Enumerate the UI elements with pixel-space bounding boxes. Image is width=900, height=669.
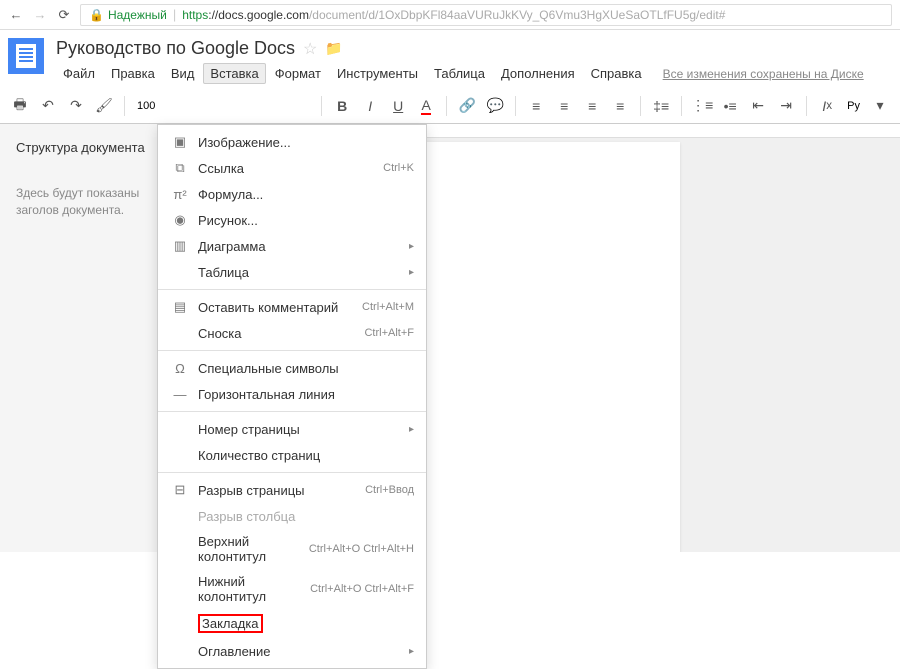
chevron-right-icon: ▸ xyxy=(409,241,414,252)
comment-icon: ▤ xyxy=(170,299,190,315)
url-text: https://docs.google.com/document/d/1OxDb… xyxy=(182,8,725,22)
line-spacing-icon[interactable]: ‡≡ xyxy=(649,94,673,118)
align-center-icon[interactable]: ≡ xyxy=(552,94,576,118)
zoom-level[interactable]: 100 xyxy=(133,100,159,112)
underline-icon[interactable]: U xyxy=(386,94,410,118)
menu-help[interactable]: Справка xyxy=(584,63,649,84)
pagebreak-icon: ⊟ xyxy=(170,482,190,498)
dd-header[interactable]: Верхний колонтитулCtrl+Alt+O Ctrl+Alt+H xyxy=(158,529,426,569)
drawing-icon: ◉ xyxy=(170,212,190,228)
align-justify-icon[interactable]: ≡ xyxy=(608,94,632,118)
dd-image[interactable]: ▣Изображение... xyxy=(158,129,426,155)
menu-file[interactable]: Файл xyxy=(56,63,102,84)
dd-page-count[interactable]: Количество страниц xyxy=(158,442,426,468)
dd-equation[interactable]: π²Формула... xyxy=(158,181,426,207)
dd-footer[interactable]: Нижний колонтитулCtrl+Alt+O Ctrl+Alt+F xyxy=(158,569,426,609)
line-icon: — xyxy=(170,386,190,402)
bold-icon[interactable]: B xyxy=(330,94,354,118)
save-status[interactable]: Все изменения сохранены на Диске xyxy=(663,67,864,81)
menu-bar: Файл Правка Вид Вставка Формат Инструмен… xyxy=(56,63,892,84)
docs-header: Руководство по Google Docs ☆ 📁 Файл Прав… xyxy=(0,30,900,84)
redo-icon[interactable]: ↷ xyxy=(64,94,88,118)
address-bar[interactable]: 🔒 Надежный | https://docs.google.com/doc… xyxy=(80,4,892,26)
input-tools[interactable]: Ру xyxy=(843,100,864,112)
folder-icon[interactable]: 📁 xyxy=(325,40,342,57)
dd-toc[interactable]: Оглавление▸ xyxy=(158,638,426,664)
omega-icon: Ω xyxy=(170,360,190,376)
chevron-down-icon[interactable]: ▾ xyxy=(868,94,892,118)
equation-icon: π² xyxy=(170,186,190,202)
align-left-icon[interactable]: ≡ xyxy=(524,94,548,118)
browser-chrome: ← → ⟳ 🔒 Надежный | https://docs.google.c… xyxy=(0,0,900,30)
chevron-right-icon: ▸ xyxy=(409,646,414,657)
comment-icon[interactable]: 💬 xyxy=(483,94,507,118)
reload-button[interactable]: ⟳ xyxy=(56,7,72,23)
menu-format[interactable]: Формат xyxy=(268,63,328,84)
main-area: Структура документа Здесь будут показаны… xyxy=(0,124,900,552)
forward-button[interactable]: → xyxy=(32,7,48,23)
clear-format-icon[interactable]: Ix xyxy=(815,94,839,118)
dd-drawing[interactable]: ◉Рисунок... xyxy=(158,207,426,233)
menu-edit[interactable]: Правка xyxy=(104,63,162,84)
dd-link[interactable]: ⧉СсылкаCtrl+K xyxy=(158,155,426,181)
paint-format-icon[interactable]: 🖌 xyxy=(92,94,116,118)
dd-page-break[interactable]: ⊟Разрыв страницыCtrl+Ввод xyxy=(158,477,426,503)
dd-special-chars[interactable]: ΩСпециальные символы xyxy=(158,355,426,381)
image-icon: ▣ xyxy=(170,134,190,150)
dd-column-break: Разрыв столбца xyxy=(158,503,426,529)
dd-page-number[interactable]: Номер страницы▸ xyxy=(158,416,426,442)
italic-icon[interactable]: I xyxy=(358,94,382,118)
numbered-list-icon[interactable]: ⋮≡ xyxy=(690,94,714,118)
lock-icon: 🔒 xyxy=(89,8,104,22)
indent-increase-icon[interactable]: ⇥ xyxy=(774,94,798,118)
link-icon: ⧉ xyxy=(170,160,190,176)
bullet-list-icon[interactable]: •≡ xyxy=(718,94,742,118)
menu-view[interactable]: Вид xyxy=(164,63,202,84)
indent-decrease-icon[interactable]: ⇤ xyxy=(746,94,770,118)
docs-logo[interactable] xyxy=(8,38,44,74)
dd-comment[interactable]: ▤Оставить комментарийCtrl+Alt+M xyxy=(158,294,426,320)
link-icon[interactable]: 🔗 xyxy=(455,94,479,118)
menu-addons[interactable]: Дополнения xyxy=(494,63,582,84)
dd-bookmark[interactable]: Закладка xyxy=(158,609,426,638)
menu-insert[interactable]: Вставка xyxy=(203,63,265,84)
print-icon[interactable]: 🖶 xyxy=(8,94,32,118)
chart-icon: ▥ xyxy=(170,238,190,254)
text-color-icon[interactable]: A xyxy=(414,94,438,118)
dd-footnote[interactable]: СноскаCtrl+Alt+F xyxy=(158,320,426,346)
menu-table[interactable]: Таблица xyxy=(427,63,492,84)
insert-dropdown: ▣Изображение... ⧉СсылкаCtrl+K π²Формула.… xyxy=(157,124,427,669)
chevron-right-icon: ▸ xyxy=(409,424,414,435)
menu-tools[interactable]: Инструменты xyxy=(330,63,425,84)
align-right-icon[interactable]: ≡ xyxy=(580,94,604,118)
secure-indicator: 🔒 Надежный xyxy=(89,8,167,22)
back-button[interactable]: ← xyxy=(8,7,24,23)
chevron-right-icon: ▸ xyxy=(409,267,414,278)
dd-chart[interactable]: ▥Диаграмма▸ xyxy=(158,233,426,259)
dd-table[interactable]: Таблица▸ xyxy=(158,259,426,285)
undo-icon[interactable]: ↶ xyxy=(36,94,60,118)
dd-horizontal-line[interactable]: —Горизонтальная линия xyxy=(158,381,426,407)
document-title[interactable]: Руководство по Google Docs xyxy=(56,38,295,59)
star-icon[interactable]: ☆ xyxy=(303,39,317,59)
toolbar: 🖶 ↶ ↷ 🖌 100 B I U A 🔗 💬 ≡ ≡ ≡ ≡ ‡≡ ⋮≡ •≡… xyxy=(0,88,900,124)
